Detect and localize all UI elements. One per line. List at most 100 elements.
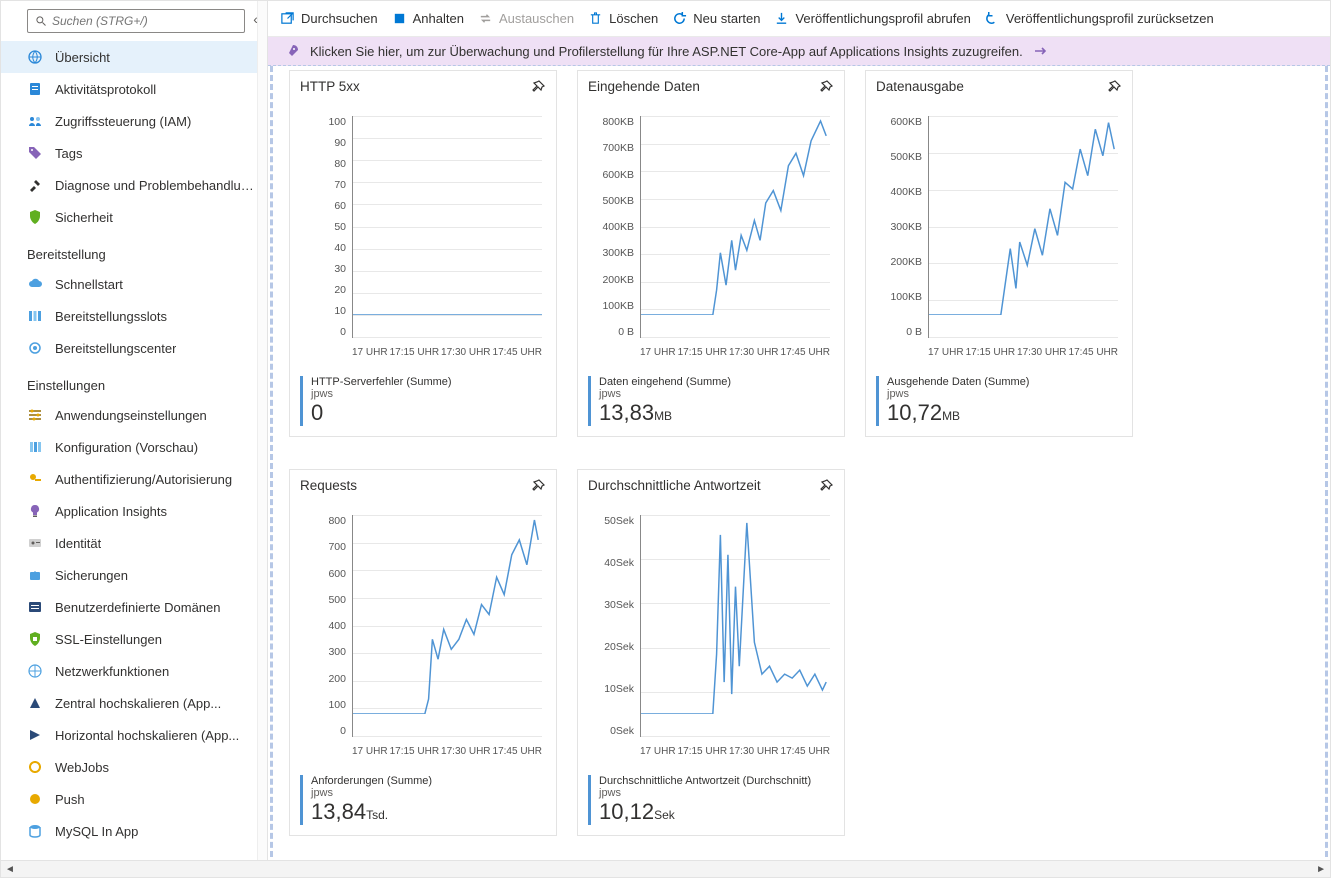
sidebar-item-settings-11[interactable]: WebJobs bbox=[1, 751, 267, 783]
nav-list: ÜbersichtAktivitätsprotokoll Zugriffssteu… bbox=[1, 41, 267, 877]
horizontal-scrollbar[interactable]: ◄► bbox=[1, 860, 1330, 877]
sidebar-item-main-0[interactable]: Übersicht bbox=[1, 41, 267, 73]
get-publish-profile-button[interactable]: Veröffentlichungsprofil abrufen bbox=[774, 11, 970, 26]
sidebar-item-main-5[interactable]: Sicherheit bbox=[1, 201, 267, 233]
chart[interactable]: 800700600500400300200100017 UHR17:15 UHR… bbox=[300, 515, 546, 765]
pin-icon bbox=[530, 79, 546, 95]
sidebar-item-settings-0[interactable]: Anwendungseinstellungen bbox=[1, 399, 267, 431]
getprofile-label: Veröffentlichungsprofil abrufen bbox=[795, 11, 970, 26]
sidebar-item-settings-6[interactable]: Benutzerdefinierte Domänen bbox=[1, 591, 267, 623]
y-axis-labels: 600KB500KB400KB300KB200KB100KB0 B bbox=[876, 116, 926, 338]
metric-tile-2: Datenausgabe 600KB500KB400KB300KB200KB100… bbox=[865, 70, 1133, 437]
sidebar-item-deploy-2[interactable]: Bereitstellungscenter bbox=[1, 332, 267, 364]
sidebar-item-label: Bereitstellungscenter bbox=[55, 341, 176, 356]
globe-icon bbox=[27, 49, 43, 65]
metric-value: 0 bbox=[311, 400, 323, 425]
metrics-content: HTTP 5xx100908070605040302010017 UHR17:1… bbox=[270, 66, 1328, 875]
sidebar-item-label: Zugriffssteuerung (IAM) bbox=[55, 114, 191, 129]
main-panel: Durchsuchen Anhalten Austauschen Löschen… bbox=[268, 1, 1330, 877]
pin-icon bbox=[1106, 79, 1122, 95]
chart-line bbox=[641, 515, 830, 714]
config-icon bbox=[27, 439, 43, 455]
rocket-icon bbox=[284, 43, 300, 59]
sidebar-scrollbar[interactable] bbox=[257, 1, 267, 877]
sidebar-item-label: Authentifizierung/Autorisierung bbox=[55, 472, 232, 487]
sidebar-item-label: Bereitstellungsslots bbox=[55, 309, 167, 324]
reset-publish-profile-button[interactable]: Veröffentlichungsprofil zurücksetzen bbox=[985, 11, 1214, 26]
people-icon bbox=[27, 113, 43, 129]
sidebar-item-settings-8[interactable]: Netzwerkfunktionen bbox=[1, 655, 267, 687]
shield-icon bbox=[27, 209, 43, 225]
chart[interactable]: 800KB700KB600KB500KB400KB300KB200KB100KB… bbox=[588, 116, 834, 366]
x-axis-labels: 17 UHR17:15 UHR17:30 UHR17:45 UHR bbox=[352, 746, 542, 757]
tile-title: Requests bbox=[300, 478, 357, 493]
swap-label: Austauschen bbox=[499, 11, 574, 26]
y-axis-labels: 50Sek40Sek30Sek20Sek10Sek0Sek bbox=[588, 515, 638, 737]
identity-icon bbox=[27, 535, 43, 551]
tag-icon bbox=[27, 145, 43, 161]
sidebar-item-settings-2[interactable]: Authentifizierung/Autorisierung bbox=[1, 463, 267, 495]
sidebar-item-settings-1[interactable]: Konfiguration (Vorschau) bbox=[1, 431, 267, 463]
metric-title: Anforderungen (Summe) bbox=[311, 775, 546, 787]
sidebar-item-label: Tags bbox=[55, 146, 82, 161]
metric-resource: jpws bbox=[887, 388, 1122, 400]
push-icon bbox=[27, 791, 43, 807]
sliders-icon bbox=[27, 407, 43, 423]
sidebar-item-deploy-1[interactable]: Bereitstellungsslots bbox=[1, 300, 267, 332]
sidebar-item-settings-13[interactable]: MySQL In App bbox=[1, 815, 267, 847]
metric-value: 13,84 bbox=[311, 799, 366, 824]
toolbar: Durchsuchen Anhalten Austauschen Löschen… bbox=[268, 1, 1330, 37]
chart[interactable]: 600KB500KB400KB300KB200KB100KB0 B17 UHR1… bbox=[876, 116, 1122, 366]
sidebar-item-settings-4[interactable]: Identität bbox=[1, 527, 267, 559]
chart[interactable]: 100908070605040302010017 UHR17:15 UHR17:… bbox=[300, 116, 546, 366]
sidebar-item-main-2[interactable]: Zugriffssteuerung (IAM) bbox=[1, 105, 267, 137]
sidebar-item-label: Netzwerkfunktionen bbox=[55, 664, 169, 679]
sidebar-item-settings-9[interactable]: Zentral hochskalieren (App... bbox=[1, 687, 267, 719]
tile-title: Datenausgabe bbox=[876, 79, 964, 94]
metric-resource: jpws bbox=[311, 388, 546, 400]
chart-line bbox=[353, 116, 542, 315]
metric-resource: jpws bbox=[599, 787, 834, 799]
pin-button[interactable] bbox=[530, 79, 546, 98]
metric-unit: MB bbox=[942, 409, 960, 423]
domains-icon bbox=[27, 599, 43, 615]
delete-button[interactable]: Löschen bbox=[588, 11, 658, 26]
sidebar-item-label: Schnellstart bbox=[55, 277, 123, 292]
pin-button[interactable] bbox=[818, 478, 834, 497]
restart-button[interactable]: Neu starten bbox=[672, 11, 760, 26]
chart-line bbox=[929, 116, 1118, 315]
y-axis-labels: 8007006005004003002001000 bbox=[300, 515, 350, 737]
cloud-icon bbox=[27, 276, 43, 292]
pin-button[interactable] bbox=[818, 79, 834, 98]
sidebar-item-settings-7[interactable]: SSL-Einstellungen bbox=[1, 623, 267, 655]
sidebar-item-main-4[interactable]: Diagnose und Problembehandlung bbox=[1, 169, 267, 201]
pin-icon bbox=[530, 478, 546, 494]
browse-button[interactable]: Durchsuchen bbox=[280, 11, 378, 26]
swap-icon bbox=[478, 11, 493, 26]
stop-button[interactable]: Anhalten bbox=[392, 11, 464, 26]
search-input[interactable] bbox=[27, 9, 245, 33]
center-icon bbox=[27, 340, 43, 356]
group-header-settings: Einstellungen bbox=[1, 364, 267, 399]
bulb-icon bbox=[27, 503, 43, 519]
sidebar-item-main-3[interactable]: Tags bbox=[1, 137, 267, 169]
scaleup-icon bbox=[27, 695, 43, 711]
tile-title: Eingehende Daten bbox=[588, 79, 700, 94]
tile-title: Durchschnittliche Antwortzeit bbox=[588, 478, 761, 493]
sidebar-item-deploy-0[interactable]: Schnellstart bbox=[1, 268, 267, 300]
sidebar-item-main-1[interactable]: Aktivitätsprotokoll bbox=[1, 73, 267, 105]
sidebar-item-settings-10[interactable]: Horizontal hochskalieren (App... bbox=[1, 719, 267, 751]
sidebar-item-settings-5[interactable]: Sicherungen bbox=[1, 559, 267, 591]
sidebar-item-settings-12[interactable]: Push bbox=[1, 783, 267, 815]
metric-title: Ausgehende Daten (Summe) bbox=[887, 376, 1122, 388]
reset-icon bbox=[985, 11, 1000, 26]
stop-label: Anhalten bbox=[413, 11, 464, 26]
metric-title: Durchschnittliche Antwortzeit (Durchschn… bbox=[599, 775, 834, 787]
pin-button[interactable] bbox=[1106, 79, 1122, 98]
sidebar-item-settings-3[interactable]: Application Insights bbox=[1, 495, 267, 527]
slots-icon bbox=[27, 308, 43, 324]
pin-button[interactable] bbox=[530, 478, 546, 497]
sidebar-item-label: Sicherungen bbox=[55, 568, 128, 583]
app-insights-banner[interactable]: Klicken Sie hier, um zur Überwachung und… bbox=[268, 37, 1330, 66]
chart[interactable]: 50Sek40Sek30Sek20Sek10Sek0Sek17 UHR17:15… bbox=[588, 515, 834, 765]
